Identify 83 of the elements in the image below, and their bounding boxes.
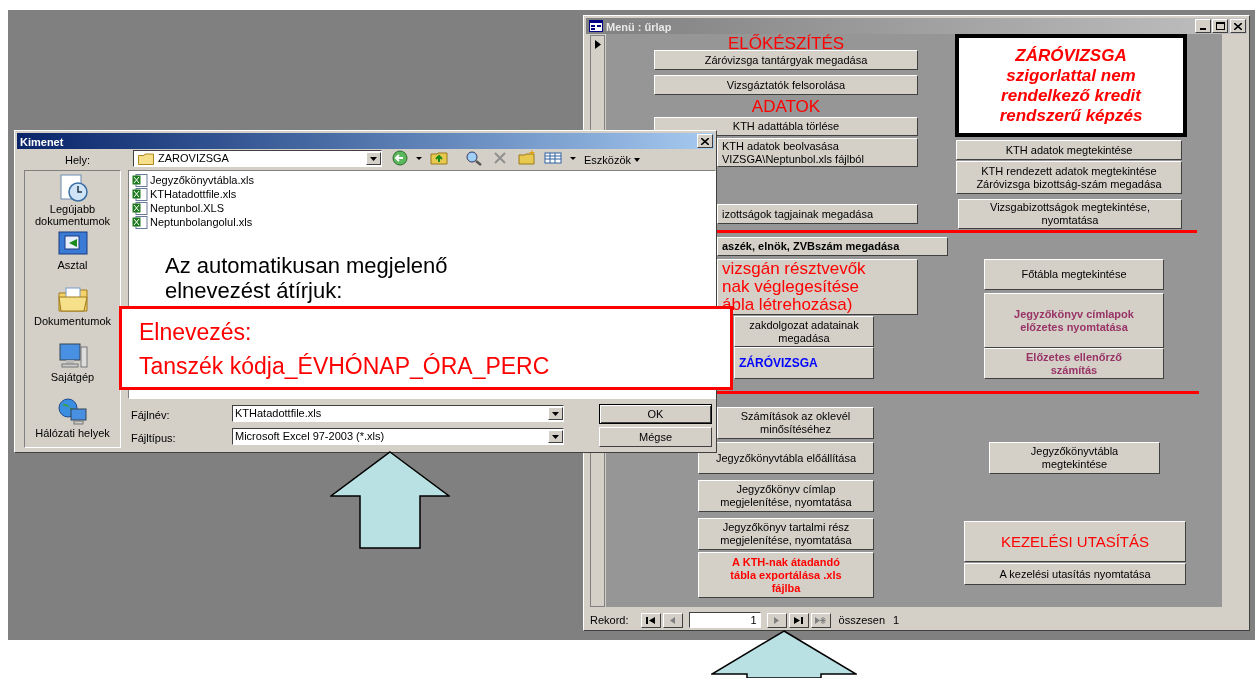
close-button[interactable]: [1230, 19, 1246, 33]
form-button[interactable]: Jegyzőkönyvtábla előállítása: [698, 442, 874, 474]
form-button[interactable]: Főtábla megtekintése: [984, 259, 1164, 290]
record-number-field[interactable]: 1: [688, 612, 761, 628]
form-button[interactable]: Záróvizsga tantárgyak megadása: [654, 50, 918, 70]
file-type-field[interactable]: Microsoft Excel 97-2003 (*.xls): [232, 428, 564, 445]
form-icon: [589, 20, 603, 32]
annotation-text: elnevezést átírjuk:: [165, 278, 344, 303]
computer-icon: [56, 341, 89, 371]
form-button[interactable]: KTH adattábla törlése: [654, 117, 918, 136]
up-folder-icon[interactable]: [430, 150, 448, 166]
window-title: Menü : űrlap: [606, 20, 672, 35]
views-icon[interactable]: [544, 150, 562, 166]
banner-text: rendelkező kredit: [1001, 85, 1141, 106]
banner-text: rendszerű képzés: [999, 105, 1143, 126]
form-button[interactable]: zakdolgozat adatainak megadása: [734, 316, 874, 347]
spreadsheet-file-icon: [132, 201, 148, 215]
new-record-button[interactable]: [810, 612, 831, 628]
spreadsheet-file-icon: [132, 173, 148, 187]
last-record-button[interactable]: [788, 612, 809, 628]
spreadsheet-file-icon: [132, 215, 148, 229]
form-button[interactable]: KTH adatok beolvasása VIZSGA\Neptunbol.xls fájlból: [717, 138, 918, 167]
close-icon: [1234, 22, 1242, 30]
section-heading: ADATOK: [750, 98, 822, 116]
file-type-label: Fájltípus:: [131, 431, 176, 446]
form-button[interactable]: Jegyzőkönyv címlap megjelenítése, nyomtatása: [698, 480, 874, 512]
ok-button[interactable]: OK: [599, 404, 712, 424]
record-total-label: összesen: [838, 612, 885, 628]
first-record-button[interactable]: [640, 612, 661, 628]
file-name-field[interactable]: KTHatadottfile.xls: [232, 405, 564, 422]
form-button[interactable]: Jegyzőkönyv tartalmi rész megjelenítése, nyomtatása: [698, 518, 874, 550]
form-button[interactable]: ZÁRÓVIZSGA: [734, 347, 874, 379]
places-item[interactable]: Dokumentumok: [25, 285, 120, 337]
form-button[interactable]: Előzetes ellenőrző számítás: [984, 348, 1164, 379]
form-button[interactable]: A kezelési utasítás nyomtatása: [964, 563, 1186, 585]
annotation-text: Tanszék kódja_ÉVHÓNAP_ÓRA_PERC: [139, 353, 551, 379]
form-button[interactable]: Jegyzőkönyv címlapok előzetes nyomtatása: [984, 293, 1164, 348]
form-button[interactable]: KTH rendezett adatok megtekintése Záróvizsga bizottság-szám megadása: [956, 161, 1182, 194]
places-item[interactable]: Legújabb dokumentumok: [25, 173, 120, 225]
record-total: 1: [893, 612, 900, 628]
file-name-label: Fájlnév:: [131, 408, 170, 423]
banner-text: szigorlattal nem: [1006, 65, 1136, 86]
maximize-button[interactable]: [1212, 19, 1228, 33]
last-record-icon: [794, 616, 804, 624]
caret-icon: [634, 158, 641, 163]
folder-icon: [138, 152, 154, 165]
banner-text: ZÁRÓVIZSGA: [1015, 45, 1127, 66]
search-icon[interactable]: [465, 150, 483, 166]
close-icon: [701, 137, 709, 145]
form-button[interactable]: izottságok tagjainak megadása: [717, 204, 918, 224]
location-label: Hely:: [65, 153, 91, 168]
places-item[interactable]: Sajátgép: [25, 341, 120, 393]
form-button[interactable]: Vizsgabizottságok megtekintése, nyomtatása: [958, 199, 1182, 229]
form-button[interactable]: Számítások az oklevél minősítéséhez: [717, 407, 874, 439]
form-button[interactable]: aszék, elnök, ZVBszám megadása: [717, 237, 948, 256]
previous-record-icon: [670, 616, 676, 624]
globe-computer-icon: [56, 397, 89, 427]
places-item[interactable]: Hálózati helyek: [25, 397, 120, 449]
places-item[interactable]: Asztal: [25, 229, 120, 281]
cancel-button[interactable]: Mégse: [599, 427, 712, 447]
first-record-icon: [646, 616, 656, 624]
record-label: Rekord:: [590, 612, 629, 628]
section-heading: ELŐKÉSZÍTÉS: [726, 35, 846, 53]
next-record-button[interactable]: [766, 612, 787, 628]
tools-menu-label: Eszközök: [584, 153, 632, 168]
form-button[interactable]: Vizsgáztatók felsorolása: [654, 75, 918, 95]
back-icon[interactable]: [392, 150, 408, 166]
next-record-icon: [774, 616, 780, 624]
location-dropdown[interactable]: ZAROVIZSGA: [133, 150, 382, 167]
location-name: ZAROVIZSGA: [158, 151, 230, 167]
tools-menu[interactable]: Eszközök: [584, 152, 641, 169]
close-button[interactable]: [697, 134, 713, 148]
spreadsheet-file-icon: [132, 187, 148, 201]
annotation-text: Elnevezés:: [139, 319, 253, 345]
form-button[interactable]: KTH adatok megtekintése: [956, 140, 1182, 160]
folder-icon: [56, 285, 89, 315]
record-pointer-icon: [595, 40, 601, 49]
dialog-title: Kimenet: [20, 135, 64, 150]
previous-record-button[interactable]: [662, 612, 683, 628]
annotation-text: Az automatikusan megjelenő: [165, 253, 448, 278]
form-button[interactable]: Jegyzőkönyvtábla megtekintése: [989, 442, 1160, 474]
new-record-icon: [815, 616, 827, 624]
minimize-button[interactable]: [1195, 19, 1211, 33]
